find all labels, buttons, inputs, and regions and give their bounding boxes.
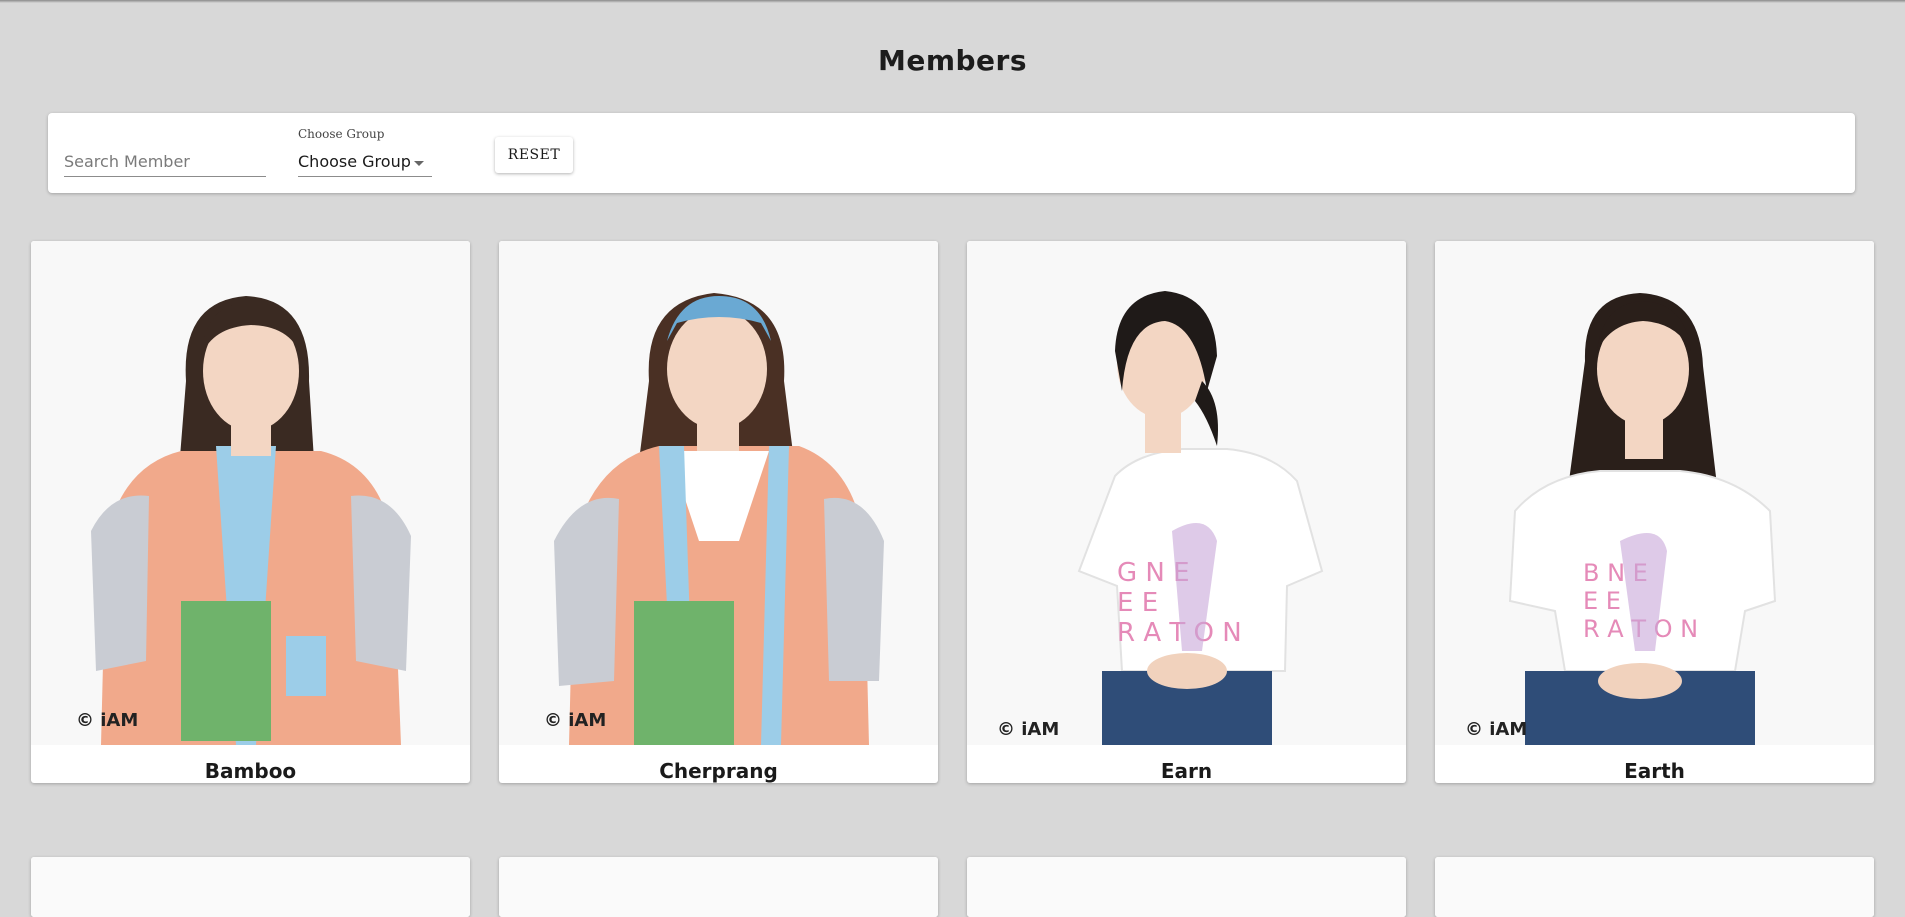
- dropdown-arrow-icon: [414, 161, 424, 166]
- copyright-watermark: © iAM: [76, 710, 139, 731]
- group-select-label: Choose Group: [298, 127, 385, 141]
- filter-bar: Choose Group Choose Group RESET: [48, 113, 1855, 193]
- group-select-value: Choose Group: [298, 152, 411, 171]
- member-card[interactable]: [31, 857, 470, 917]
- member-card[interactable]: G N E E E R A T O N © iAM Earn: [967, 241, 1406, 783]
- member-card[interactable]: [1435, 857, 1874, 917]
- member-card[interactable]: B N E E E R A T O N © iAM Earth: [1435, 241, 1874, 783]
- reset-button[interactable]: RESET: [495, 137, 573, 173]
- member-card[interactable]: [967, 857, 1406, 917]
- svg-text:E E: E E: [1117, 588, 1158, 618]
- copyright-watermark: © iAM: [997, 719, 1060, 740]
- group-select[interactable]: Choose Group Choose Group: [298, 127, 432, 177]
- member-name: Cherprang: [659, 759, 778, 783]
- member-photo: B N E E E R A T O N © iAM: [1435, 241, 1874, 745]
- page-title: Members: [877, 44, 1028, 77]
- member-photo: [499, 857, 938, 917]
- member-card[interactable]: © iAM Bamboo: [31, 241, 470, 783]
- svg-text:R A T O N: R A T O N: [1117, 618, 1242, 648]
- member-photo: © iAM: [31, 241, 470, 745]
- copyright-watermark: © iAM: [544, 710, 607, 731]
- member-name: Earn: [1160, 759, 1213, 783]
- member-name: Bamboo: [204, 759, 297, 783]
- member-photo: [967, 857, 1406, 917]
- copyright-watermark: © iAM: [1465, 719, 1528, 740]
- member-photo: [31, 857, 470, 917]
- member-photo: [1435, 857, 1874, 917]
- svg-text:E E: E E: [1583, 587, 1621, 615]
- group-select-control[interactable]: Choose Group: [298, 147, 432, 177]
- member-name: Earth: [1624, 759, 1685, 783]
- search-input[interactable]: [64, 147, 266, 175]
- member-card[interactable]: [499, 857, 938, 917]
- top-bar-shadow: [0, 0, 1905, 3]
- member-photo: © iAM: [499, 241, 938, 745]
- search-member-field[interactable]: [64, 147, 266, 177]
- member-card[interactable]: © iAM Cherprang: [499, 241, 938, 783]
- member-photo: G N E E E R A T O N © iAM: [967, 241, 1406, 745]
